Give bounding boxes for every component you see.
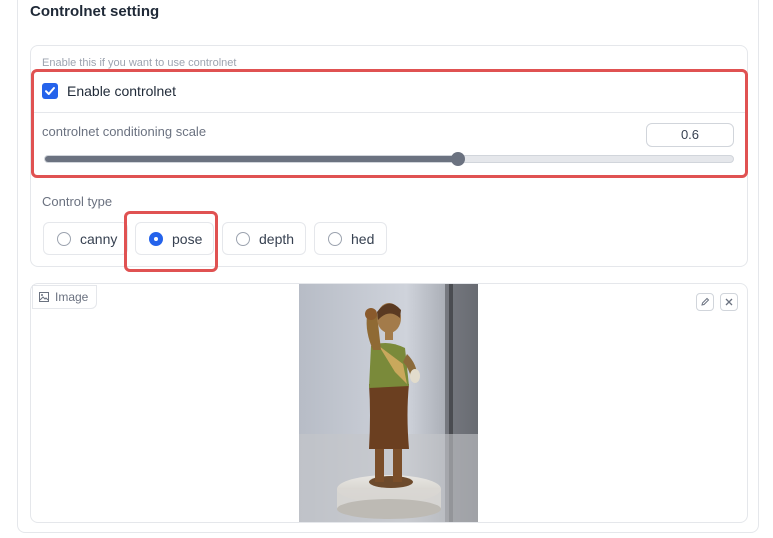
highlight-box-controlnet	[31, 69, 748, 178]
section-title: Controlnet setting	[30, 3, 160, 20]
edit-icon	[701, 297, 710, 306]
uploaded-photo	[299, 284, 478, 522]
radio-option-depth[interactable]: depth	[222, 222, 306, 255]
radio-label-canny: canny	[80, 230, 118, 247]
radio-depth[interactable]	[236, 231, 250, 246]
clear-image-button[interactable]	[720, 293, 738, 311]
radio-canny[interactable]	[57, 231, 71, 246]
image-label: Image	[55, 290, 89, 304]
image-icon	[39, 292, 49, 302]
radio-hed[interactable]	[328, 231, 342, 246]
radio-label-hed: hed	[351, 230, 375, 247]
close-icon	[725, 298, 733, 306]
highlight-box-pose	[124, 211, 218, 272]
radio-option-canny[interactable]: canny	[43, 222, 128, 255]
radio-label-depth: depth	[259, 230, 295, 247]
control-type-label: Control type	[42, 194, 113, 209]
edit-image-button[interactable]	[696, 293, 714, 311]
radio-option-hed[interactable]: hed	[314, 222, 387, 255]
image-label-tag: Image	[32, 285, 98, 309]
enable-hint: Enable this if you want to use controlne…	[42, 57, 237, 69]
